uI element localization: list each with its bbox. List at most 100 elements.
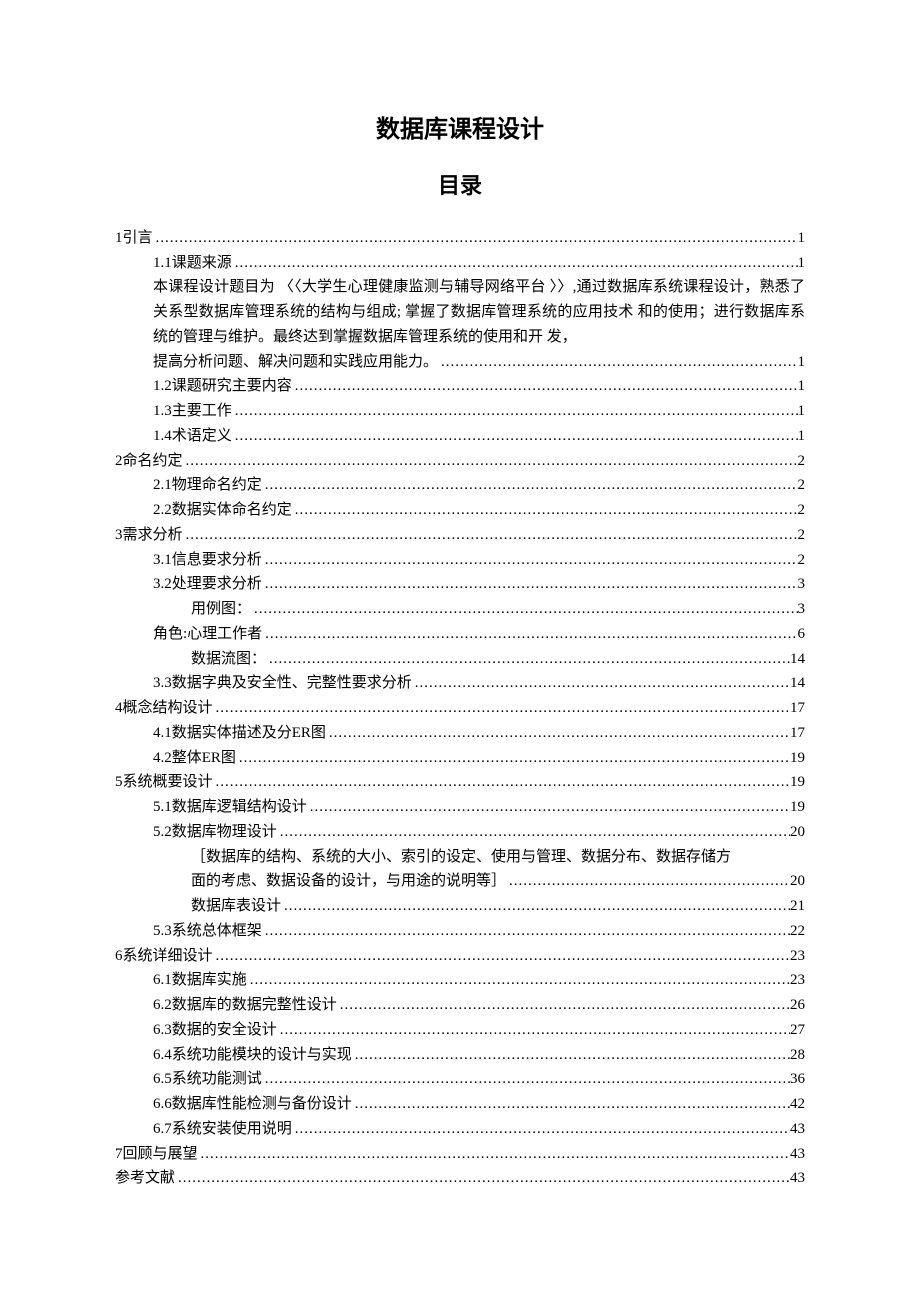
toc-entry: 5系统概要设计19 (115, 770, 805, 795)
toc-entry: 角色:心理工作者 6 (115, 622, 805, 647)
toc-entry-label: 1.4术语定义 (153, 424, 232, 449)
toc-entry: 2.1物理命名约定 2 (115, 473, 805, 498)
toc-entry-page: 28 (790, 1043, 805, 1068)
toc-leader-dots (213, 944, 790, 969)
toc-entry-label: 6.6数据库性能检测与备份设计 (153, 1092, 352, 1117)
toc-leader-dots (262, 473, 798, 498)
toc-entry: 6.6数据库性能检测与备份设计42 (115, 1092, 805, 1117)
toc-leader-dots (337, 993, 790, 1018)
toc-leader-dots (326, 721, 790, 746)
toc-entry-label: 6.2数据库的数据完整性设计 (153, 993, 337, 1018)
toc-entry-label: 3需求分析 (115, 523, 183, 548)
toc-leader-dots (247, 968, 790, 993)
toc-paragraph-tail: 面的考虑、数据设备的设计，与用途的说明等］ (191, 869, 506, 894)
toc-leader-dots (292, 498, 798, 523)
toc-entry-label: 6.5系统功能测试 (153, 1067, 262, 1092)
toc-leader-dots (153, 226, 798, 251)
toc-entry: 7回顾与展望43 (115, 1142, 805, 1167)
toc-entry: 6.2数据库的数据完整性设计26 (115, 993, 805, 1018)
toc-entry: 2.2数据实体命名约定2 (115, 498, 805, 523)
toc-entry-page: 43 (790, 1117, 805, 1142)
toc-leader-dots (236, 746, 790, 771)
toc-entry-page: 14 (790, 671, 805, 696)
toc-paragraph-entry: ［数据库的结构、系统的大小、索引的设定、使用与管理、数据分布、数据存储方面的考虑… (115, 845, 805, 895)
toc-entry-page: 20 (790, 869, 805, 894)
toc-entry-label: 6.4系统功能模块的设计与实现 (153, 1043, 352, 1068)
toc-leader-dots (175, 1166, 790, 1191)
toc-entry-page: 21 (790, 894, 805, 919)
toc-entry-label: 1.1课题来源 (153, 251, 232, 276)
toc-entry-page: 1 (798, 226, 806, 251)
toc-entry-page: 3 (798, 597, 806, 622)
toc-entry-label: 1.3主要工作 (153, 399, 232, 424)
toc-entry-page: 3 (798, 572, 806, 597)
toc-entry-label: 3.1信息要求分析 (153, 548, 262, 573)
toc-entry: 6.4系统功能模块的设计与实现 28 (115, 1043, 805, 1068)
toc-entry: 5.3系统总体框架22 (115, 919, 805, 944)
toc-leader-dots (352, 1043, 790, 1068)
toc-entry-page: 19 (790, 795, 805, 820)
toc-leader-dots (292, 374, 798, 399)
toc-entry-page: 36 (790, 1067, 805, 1092)
toc-entry-label: 6.1数据库实施 (153, 968, 247, 993)
toc-leader-dots (292, 1117, 790, 1142)
toc-leader-dots (183, 449, 798, 474)
toc-leader-dots (213, 770, 790, 795)
toc-entry-label: 参考文献 (115, 1166, 175, 1191)
toc-entry-page: 2 (798, 548, 806, 573)
toc-entry-page: 1 (798, 251, 806, 276)
toc-leader-dots (262, 1067, 790, 1092)
toc-entry-label: 4.2整体ER图 (153, 746, 236, 771)
toc-entry-label: 5系统概要设计 (115, 770, 213, 795)
toc-entry-page: 6 (798, 622, 806, 647)
toc-entry-label: 角色:心理工作者 (153, 622, 262, 647)
toc-entry-label: 6系统详细设计 (115, 944, 213, 969)
toc-entry-page: 22 (790, 919, 805, 944)
toc-entry-label: 2命名约定 (115, 449, 183, 474)
toc-entry-label: 4概念结构设计 (115, 696, 213, 721)
toc-leader-dots (412, 671, 790, 696)
toc-leader-dots (281, 894, 790, 919)
toc-leader-dots (232, 399, 798, 424)
toc-leader-dots (266, 647, 790, 672)
toc-leader-dots (262, 919, 790, 944)
toc-entry-label: 2.2数据实体命名约定 (153, 498, 292, 523)
toc-entry-label: 5.1数据库逻辑结构设计 (153, 795, 307, 820)
toc-entry-page: 19 (790, 746, 805, 771)
toc-entry: 参考文献 43 (115, 1166, 805, 1191)
toc-entry: 2命名约定2 (115, 449, 805, 474)
toc-entry: 1.3主要工作1 (115, 399, 805, 424)
toc-entry: 1引言1 (115, 226, 805, 251)
toc-entry-page: 1 (798, 374, 806, 399)
toc-entry: 数据库表设计 21 (115, 894, 805, 919)
toc-entry-page: 2 (798, 523, 806, 548)
toc-entry: 1.1课题来源 1 (115, 251, 805, 276)
toc-entry: 4概念结构设计17 (115, 696, 805, 721)
toc-entry: 6.5系统功能测试 36 (115, 1067, 805, 1092)
toc-entry-page: 23 (790, 944, 805, 969)
toc-entry-label: 1.2课题研究主要内容 (153, 374, 292, 399)
toc-entry-page: 14 (790, 647, 805, 672)
toc-entry-page: 17 (790, 721, 805, 746)
toc-entry-page: 1 (798, 350, 806, 375)
toc-entry-label: 3.3数据字典及安全性、完整性要求分析 (153, 671, 412, 696)
toc-entry: 5.2数据库物理设计20 (115, 820, 805, 845)
toc-entry: 1.2课题研究主要内容 1 (115, 374, 805, 399)
toc-leader-dots (262, 572, 798, 597)
toc-entry: 3需求分析 2 (115, 523, 805, 548)
toc-paragraph-entry: 本课程设计题目为 〈〈大学生心理健康监测与辅导网络平台 〉〉,通过数据库系统课程… (115, 275, 805, 374)
toc-entry: 4.2整体ER图 19 (115, 746, 805, 771)
toc-leader-dots (506, 869, 790, 894)
toc-entry-page: 2 (798, 473, 806, 498)
toc-heading: 目录 (115, 168, 805, 204)
toc-entry-label: 4.1数据实体描述及分ER图 (153, 721, 326, 746)
toc-leader-dots (277, 820, 790, 845)
toc-entry-label: 数据库表设计 (191, 894, 281, 919)
toc-leader-dots (262, 622, 797, 647)
table-of-contents: 1引言11.1课题来源1本课程设计题目为 〈〈大学生心理健康监测与辅导网络平台 … (115, 226, 805, 1191)
toc-entry-page: 43 (790, 1166, 805, 1191)
toc-paragraph-last-line: 面的考虑、数据设备的设计，与用途的说明等］ 20 (191, 869, 805, 894)
toc-leader-dots (183, 523, 798, 548)
toc-leader-dots (232, 251, 798, 276)
toc-entry-label: 2.1物理命名约定 (153, 473, 262, 498)
